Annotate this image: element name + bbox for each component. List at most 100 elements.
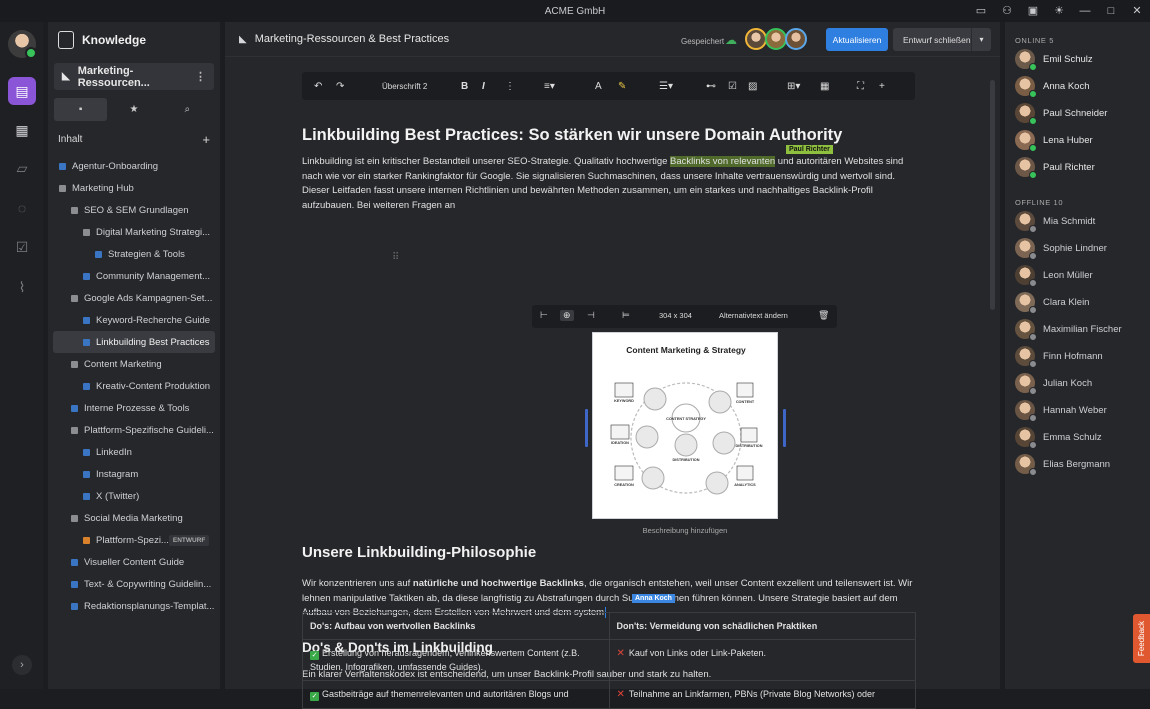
resize-handle-right[interactable] [783,409,786,447]
tasks-icon[interactable]: ☑ [8,233,36,261]
table-header[interactable]: Do's: Aufbau von wertvollen Backlinks [302,612,610,640]
tree-item[interactable]: Content Marketing [53,353,215,375]
alt-text-button[interactable]: Alternativtext ändern [719,311,788,320]
resize-handle-left[interactable] [585,409,588,447]
user-list-item[interactable]: Hannah Weber [1015,399,1107,422]
link-icon[interactable]: ⊷ [706,81,716,92]
user-list-item[interactable]: Mia Schmidt [1015,210,1095,233]
delete-icon[interactable]: 🗑 [818,310,829,321]
tree-item[interactable]: Agentur-Onboarding [53,155,215,177]
tab-favorites[interactable]: ★ [107,98,160,121]
image-caption[interactable]: Beschreibung hinzufügen [562,526,808,535]
table-cell[interactable]: ✕ Kauf von Links oder Link-Paketen. [608,639,916,681]
scrollbar[interactable] [990,80,995,310]
users-icon[interactable]: ▣ [1020,0,1046,22]
tree-item[interactable]: Redaktionsplanungs-Templat... [53,595,215,617]
more-icon[interactable]: ⋮ [195,70,206,83]
table-icon[interactable]: ⊞▾ [787,81,800,92]
user-list-item[interactable]: Paul Schneider [1015,102,1107,125]
tree-item[interactable]: Keyword-Recherche Guide [53,309,215,331]
dashboard-icon[interactable]: ▦ [8,116,36,144]
tree-item[interactable]: X (Twitter) [53,485,215,507]
chevron-down-icon[interactable]: ▾ [971,28,991,51]
add-user-icon[interactable]: ⚇ [994,0,1020,22]
user-list-item[interactable]: Lena Huber [1015,129,1093,152]
grid-icon[interactable]: ▦ [820,81,829,92]
user-list-item[interactable]: Julian Koch [1015,372,1092,395]
table-cell[interactable]: ✓ Erstellung von herausragendem, verlinke… [302,639,610,681]
tree-item[interactable]: Strategien & Tools [53,243,215,265]
undo-icon[interactable]: ↶ [314,81,322,92]
heading-style-select[interactable]: Überschrift 2 [382,82,427,91]
more-format-icon[interactable]: ⋮ [505,81,515,92]
tab-search[interactable]: ⌕ [161,98,214,121]
user-list-item[interactable]: Maximilian Fischer [1015,318,1122,341]
feedback-button[interactable]: Feedback [1133,614,1150,663]
align-icon[interactable]: ≡▾ [544,81,555,92]
list-icon[interactable]: ☰▾ [659,81,673,92]
tree-item[interactable]: Plattform-Spezifische Guideli... [53,419,215,441]
italic-icon[interactable]: I [482,81,485,92]
maximize-icon[interactable]: □ [1098,0,1124,22]
tree-item[interactable]: Social Media Marketing [53,507,215,529]
text-color-icon[interactable]: A [595,81,602,92]
user-list-item[interactable]: Leon Müller [1015,264,1093,287]
update-button[interactable]: Aktualisieren [826,28,888,51]
tree-item[interactable]: Marketing Hub [53,177,215,199]
table-header[interactable]: Don'ts: Vermeidung von schädlichen Prakt… [608,612,916,640]
add-block-icon[interactable]: + [879,81,885,92]
folder-icon[interactable]: ▱ [8,154,36,182]
user-list-item[interactable]: Paul Richter [1015,156,1095,179]
collaborator-avatar[interactable] [745,28,767,50]
redo-icon[interactable]: ↷ [336,81,344,92]
image-icon[interactable]: ▨ [748,81,757,92]
bold-icon[interactable]: B [461,81,468,92]
table-cell[interactable]: ✕ Teilnahme an Linkfarmen, PBNs (Private … [608,680,916,709]
tree-item[interactable]: Interne Prozesse & Tools [53,397,215,419]
tree-item[interactable]: Plattform-Spezi... ENTWURF [53,529,215,551]
tree-item[interactable]: Community Management... [53,265,215,287]
collaborator-avatar[interactable] [785,28,807,50]
analytics-icon[interactable]: ⌇ [8,273,36,301]
add-page-icon[interactable]: + [202,132,210,147]
close-icon[interactable]: ✕ [1124,0,1150,22]
tree-item[interactable]: Visueller Content Guide [53,551,215,573]
theme-icon[interactable]: ☀ [1046,0,1072,22]
align-right-icon[interactable]: ⊣ [587,310,595,321]
user-list-item[interactable]: Clara Klein [1015,291,1089,314]
tree-item[interactable]: Kreativ-Content Produktion [53,375,215,397]
minimize-icon[interactable]: — [1072,0,1098,22]
tree-item[interactable]: Linkbuilding Best Practices [53,331,215,353]
tree-item[interactable]: Text- & Copywriting Guidelin... [53,573,215,595]
user-list-item[interactable]: Anna Koch [1015,75,1089,98]
chat-icon[interactable]: ◌ [8,194,36,222]
tree-item[interactable]: LinkedIn [53,441,215,463]
highlight-icon[interactable]: ✎ [618,81,626,92]
collaborator-avatar[interactable] [765,28,787,50]
intro-paragraph[interactable]: Linkbuilding ist ein kritischer Bestandt… [302,155,914,213]
table-cell[interactable]: ✓ Gastbeiträge auf themenrelevanten und a… [302,680,610,709]
user-list-item[interactable]: Sophie Lindner [1015,237,1107,260]
user-list-item[interactable]: Emil Schulz [1015,48,1093,71]
tab-pages[interactable]: ▪ [54,98,108,121]
user-list-item[interactable]: Emma Schulz [1015,426,1102,449]
expand-icon[interactable]: › [12,655,32,675]
close-draft-button[interactable]: Entwurf schließen ▾ [893,28,991,51]
current-page-selector[interactable]: ◣ Marketing-Ressourcen... ⋮ [54,63,214,90]
align-left-icon[interactable]: ⊢ [540,310,548,321]
drag-handle-icon[interactable]: ⠿ [392,252,399,263]
tree-item[interactable]: Digital Marketing Strategi... [53,221,215,243]
content-marketing-image[interactable]: Content Marketing & Strategy KEYWORD CON… [592,332,778,519]
wrap-icon[interactable]: ⊨ [622,310,630,321]
tree-item[interactable]: Google Ads Kampagnen-Set... [53,287,215,309]
tree-item[interactable]: SEO & SEM Grundlagen [53,199,215,221]
user-list-item[interactable]: Finn Hofmann [1015,345,1103,368]
checkbox-icon[interactable]: ☑ [728,81,737,92]
panel-icon[interactable]: ▭ [968,0,994,22]
knowledge-icon[interactable]: ▤ [8,77,36,105]
user-list-item[interactable]: Elias Bergmann [1015,453,1110,476]
avatar[interactable] [8,30,37,59]
tree-item[interactable]: Instagram [53,463,215,485]
align-center-icon[interactable]: ⊕ [560,310,574,321]
fullscreen-icon[interactable]: ⛶ [857,81,864,92]
